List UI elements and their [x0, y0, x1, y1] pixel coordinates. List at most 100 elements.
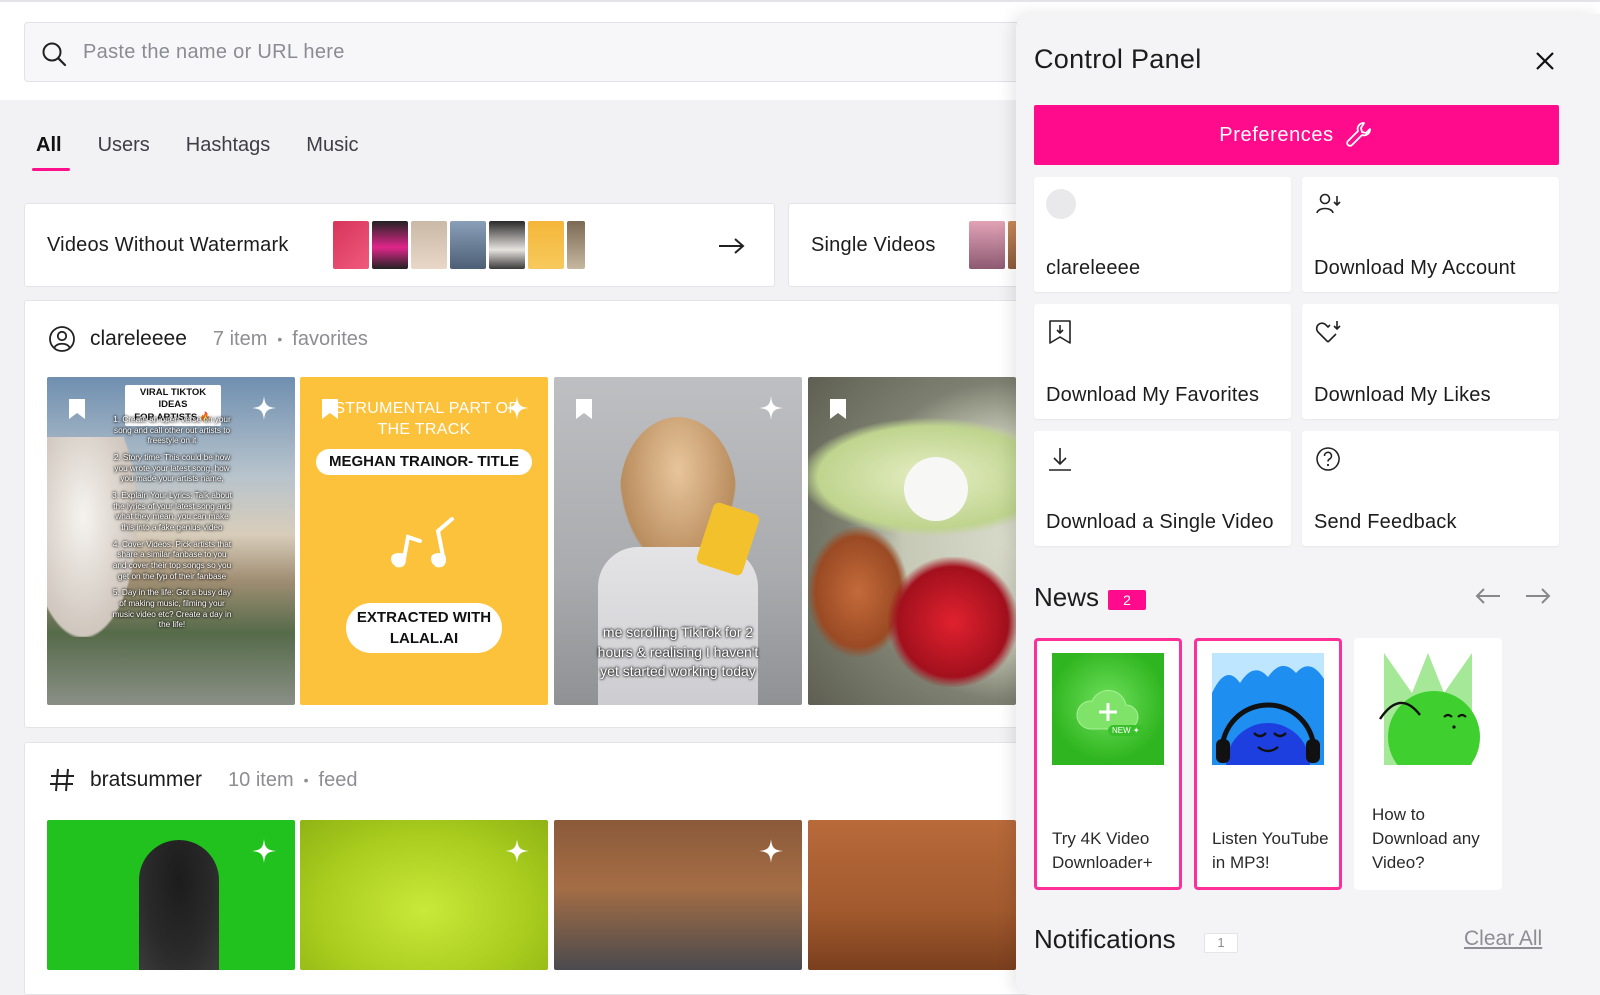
tile-download-my-account[interactable]: Download My Account	[1302, 177, 1559, 292]
thumbnail	[411, 221, 447, 269]
thumbnail	[969, 221, 1005, 269]
news-count-badge: 2	[1108, 590, 1146, 610]
video-caption-body: me scrolling TikTok for 2 hours & realis…	[576, 623, 780, 682]
bookmark-icon[interactable]	[67, 397, 87, 421]
search-placeholder: Paste the name or URL here	[83, 41, 345, 63]
news-card-youtube-mp3[interactable]: Listen YouTube in MP3!	[1194, 638, 1342, 890]
tile-label: Download My Likes	[1314, 384, 1491, 406]
video-thumbnail[interactable]	[808, 820, 1016, 970]
sparkle-icon[interactable]	[504, 395, 530, 421]
caption-line: THE TRACK	[377, 420, 471, 438]
bookmark-download-icon	[1049, 320, 1071, 344]
tab-all[interactable]: All	[32, 134, 69, 171]
separator-dot: •	[303, 772, 309, 788]
thumbnail	[450, 221, 486, 269]
sparkle-icon[interactable]	[504, 838, 530, 864]
user-circle-icon	[49, 326, 75, 352]
hashtag-icon	[50, 768, 74, 792]
video-thumbnail[interactable]	[808, 377, 1016, 705]
feature-title: Videos Without Watermark	[47, 234, 289, 256]
section-name[interactable]: clareleeee	[90, 327, 187, 351]
tile-download-single-video[interactable]: Download a Single Video	[1034, 431, 1291, 546]
hashtag-section-header: bratsummer 10 item • feed	[24, 766, 357, 794]
bookmark-icon[interactable]	[828, 397, 848, 421]
feature-thumbnails	[969, 221, 1020, 269]
bookmark-icon[interactable]	[574, 397, 594, 421]
news-label: Try 4K Video Downloader+	[1052, 828, 1153, 872]
tab-hashtags[interactable]: Hashtags	[186, 134, 271, 171]
tile-send-feedback[interactable]: Send Feedback	[1302, 431, 1559, 546]
caption-line: EXTRACTED WITH	[356, 609, 492, 626]
tile-label: Download My Account	[1314, 257, 1516, 279]
tile-profile[interactable]: clareleeee	[1034, 177, 1291, 292]
video-thumbnail[interactable]: VIRAL TIKTOK IDEAS FOR ARTISTS 🔥 1. Crea…	[47, 377, 295, 705]
clear-all-link[interactable]: Clear All	[1464, 927, 1542, 951]
heart-download-icon	[1315, 321, 1341, 343]
thumbnail	[489, 221, 525, 269]
video-thumbnail[interactable]	[300, 820, 548, 970]
caption-line: 3. Explain Your Lyrics: Talk about the l…	[112, 490, 232, 532]
thumbnail	[528, 221, 564, 269]
thumbnail	[567, 221, 585, 269]
caption-line: VIRAL TIKTOK IDEAS	[139, 387, 207, 411]
section-count: 10 item	[228, 768, 294, 791]
arrow-left-icon[interactable]	[1474, 587, 1502, 605]
search-input[interactable]: Paste the name or URL here	[24, 22, 1074, 82]
section-count: 7 item	[212, 327, 268, 350]
section-type: feed	[318, 768, 358, 791]
news-card-4k-downloader[interactable]: NEW ✦ Try 4K Video Downloader+	[1034, 638, 1182, 890]
video-food	[904, 457, 968, 521]
news-image: NEW ✦	[1052, 653, 1164, 765]
user-section-header: clareleeee 7 item • favorites	[24, 325, 368, 353]
arrow-right-icon[interactable]	[717, 236, 747, 256]
close-icon[interactable]	[1534, 50, 1556, 72]
category-tabs: All Users Hashtags Music	[32, 134, 359, 171]
notifications-title: Notifications	[1034, 924, 1176, 954]
tab-music[interactable]: Music	[306, 134, 358, 171]
video-figure	[139, 840, 219, 970]
feature-card-videos-without-watermark[interactable]: Videos Without Watermark	[24, 203, 775, 287]
sparkle-icon[interactable]	[758, 395, 784, 421]
video-caption-body: 1. Create an open verse on your song and…	[111, 415, 233, 631]
caption-line: 4. Cover Videos: Pick artists that share…	[112, 539, 232, 581]
tab-users[interactable]: Users	[98, 134, 150, 171]
control-panel: Control Panel Preferences clareleeee Dow…	[1016, 14, 1600, 995]
preferences-label: Preferences	[1219, 123, 1334, 146]
section-type: favorites	[292, 327, 368, 350]
sparkle-icon[interactable]	[251, 838, 277, 864]
user-download-icon	[1316, 193, 1341, 214]
arrow-right-icon[interactable]	[1524, 587, 1552, 605]
caption-line: 5. Day in the life: Got a busy day of ma…	[112, 588, 232, 630]
new-tag: NEW ✦	[1108, 725, 1144, 736]
notifications-count-badge: 1	[1204, 933, 1238, 953]
video-thumbnail[interactable]: me scrolling TikTok for 2 hours & realis…	[554, 377, 802, 705]
caption-line: hours & realising I haven't	[597, 643, 759, 660]
sparkle-icon[interactable]	[251, 395, 277, 421]
section-name[interactable]: bratsummer	[90, 768, 202, 792]
headphones-character-icon	[1212, 653, 1324, 765]
tile-download-my-favorites[interactable]: Download My Favorites	[1034, 304, 1291, 419]
download-icon	[1049, 448, 1071, 471]
bookmark-icon[interactable]	[320, 397, 340, 421]
preferences-button[interactable]: Preferences	[1034, 105, 1559, 165]
tile-label: clareleeee	[1046, 257, 1141, 279]
feature-thumbnails	[333, 221, 585, 269]
video-thumbnail[interactable]	[554, 820, 802, 970]
news-card-how-to-download[interactable]: How to Download any Video?	[1354, 638, 1502, 890]
avatar	[1046, 189, 1076, 219]
sparkle-icon[interactable]	[758, 838, 784, 864]
wrench-icon	[1346, 122, 1371, 147]
video-food	[888, 557, 1016, 687]
video-thumbnail[interactable]: ISTRUMENTAL PART OF THE TRACK MEGHAN TRA…	[300, 377, 548, 705]
news-title: News	[1034, 582, 1100, 612]
video-thumbnail[interactable]	[47, 820, 295, 970]
green-character-icon	[1372, 653, 1484, 765]
song-title-pill: MEGHAN TRAINOR- TITLE	[316, 449, 532, 475]
tile-label: Send Feedback	[1314, 511, 1457, 533]
news-image	[1372, 653, 1484, 765]
feature-title: Single Videos	[811, 234, 936, 256]
tile-download-my-likes[interactable]: Download My Likes	[1302, 304, 1559, 419]
feature-card-single-videos[interactable]: Single Videos	[788, 203, 1048, 287]
caption-line: LALAL.AI	[389, 630, 459, 647]
caption-line: 1. Create an open verse on your song and…	[113, 415, 231, 446]
